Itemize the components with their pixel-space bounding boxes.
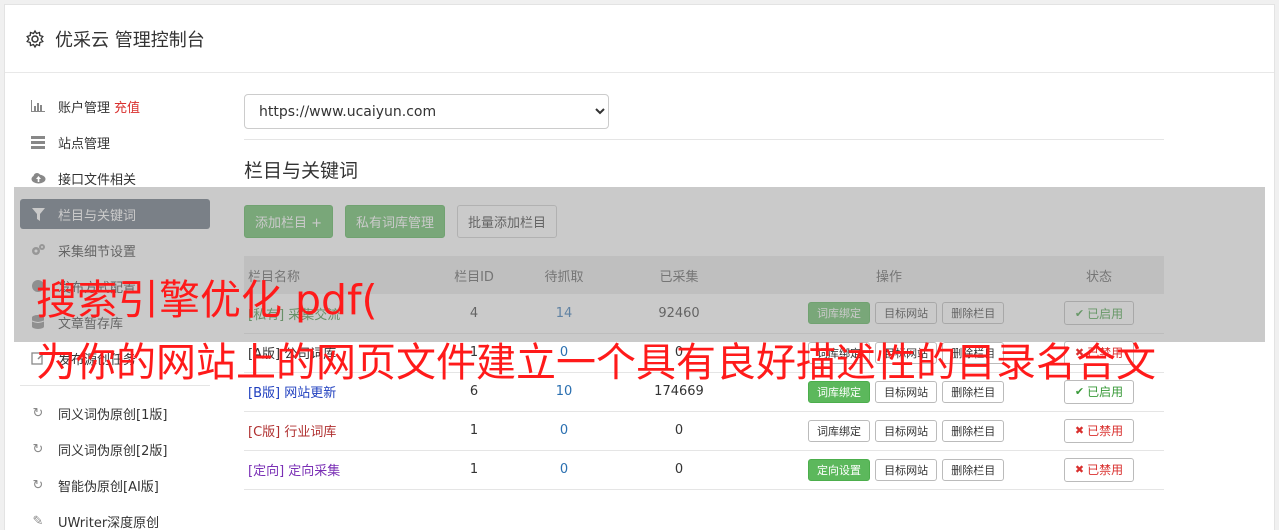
recharge-link[interactable]: 充值 [114,97,140,116]
column-tag: [B版] [248,386,281,401]
status-toggle[interactable]: ✖ 已禁用 [1063,457,1135,482]
site-select[interactable]: https://www.ucaiyun.com [244,94,609,129]
pending-count[interactable]: 0 [514,411,614,450]
status-label: 已禁用 [1087,424,1124,438]
sidebar-tool-synonym-v1[interactable]: ↻ 同义词伪原创[1版] [20,398,210,428]
section-title: 栏目与关键词 [244,160,359,182]
sidebar-tool-ai-rewrite[interactable]: ↻ 智能伪原创[AI版] [20,470,210,500]
cloud-upload-icon [30,170,46,186]
column-name[interactable]: 定向采集 [288,464,340,479]
delete-column-button[interactable]: 删除栏目 [942,419,1005,442]
sidebar-item-label: 同义词伪原创[1版] [58,407,168,423]
sidebar-item-account[interactable]: 账户管理 充值 [20,91,210,121]
status-cell: ✖ 已禁用 [1034,411,1164,450]
column-name[interactable]: 网站更新 [284,386,336,401]
watermark-line-1: 搜索引擎优化 pdf( [36,276,378,324]
refresh-icon: ↻ [32,441,44,457]
sidebar-tool-uwriter[interactable]: ✎ UWriter深度原创 [20,506,210,530]
column-name-cell[interactable]: [定向] 定向采集 [244,450,434,489]
sidebar-item-sites[interactable]: 站点管理 [20,127,210,157]
watermark-line-2: 为你的网站上的网页文件建立一个具有良好描述性的目录名合文 [36,340,1156,386]
actions-cell: 词库绑定 目标网站 删除栏目 [744,411,1034,450]
column-name[interactable]: 行业词库 [284,425,336,440]
sidebar-item-label: 接口文件相关 [58,172,137,188]
sidebar-item-label: UWriter深度原创 [58,515,160,530]
collected-count: 0 [674,423,684,438]
target-site-button[interactable]: 目标网站 [875,458,938,481]
status-toggle[interactable]: ✖ 已禁用 [1063,418,1135,443]
server-icon [30,134,46,150]
refresh-icon: ↻ [32,405,44,421]
page-title: 优采云 管理控制台 [55,29,205,51]
column-id: 1 [469,462,479,477]
target-site-button[interactable]: 目标网站 [875,419,938,442]
bind-lexicon-button[interactable]: 词库绑定 [808,419,870,442]
collected-count: 0 [674,462,684,477]
refresh-icon: ↻ [32,477,44,493]
actions-cell: 定向设置 目标网站 删除栏目 [744,450,1034,489]
cross-icon: ✖ [1074,463,1085,476]
status-cell: ✖ 已禁用 [1034,450,1164,489]
top-bar: 优采云 管理控制台 [5,5,1274,73]
sidebar-item-label: 账户管理 [58,100,111,116]
sidebar-item-label: 智能伪原创[AI版] [58,479,159,495]
gear-icon [26,29,44,48]
bar-chart-icon [30,98,46,114]
sidebar-item-label: 同义词伪原创[2版] [58,443,168,459]
column-name-cell[interactable]: [C版] 行业词库 [244,411,434,450]
sidebar-item-label: 站点管理 [58,136,111,152]
sidebar-tool-synonym-v2[interactable]: ↻ 同义词伪原创[2版] [20,434,210,464]
divider [244,139,1164,140]
bind-lexicon-button[interactable]: 定向设置 [808,458,870,481]
pending-count[interactable]: 0 [514,450,614,489]
delete-column-button[interactable]: 删除栏目 [942,458,1005,481]
status-label: 已禁用 [1087,463,1124,477]
table-row: [定向] 定向采集 1 0 0 定向设置 目标网站 删除栏目 ✖ 已禁用 [244,450,1164,489]
column-tag: [定向] [248,464,285,479]
table-row: [C版] 行业词库 1 0 0 词库绑定 目标网站 删除栏目 ✖ 已禁用 [244,411,1164,450]
column-id: 1 [469,423,479,438]
cross-icon: ✖ [1074,424,1085,437]
column-tag: [C版] [248,425,281,440]
pencil-icon: ✎ [32,513,44,529]
